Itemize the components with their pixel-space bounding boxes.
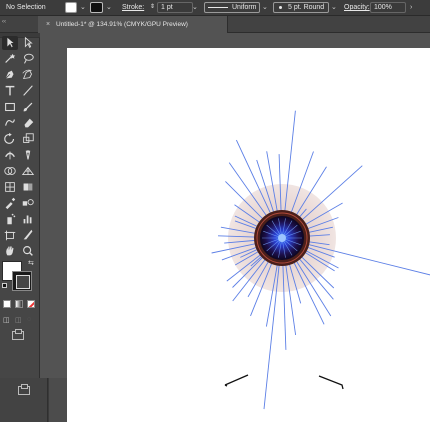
draw-behind-icon[interactable]: ◫ [15, 316, 22, 324]
eyedropper-tool-icon[interactable] [2, 196, 18, 210]
partial-shape-right [318, 375, 344, 390]
shaper-tool-icon[interactable] [2, 116, 18, 130]
column-graph-tool-icon[interactable] [20, 212, 36, 226]
scale-tool-icon[interactable] [20, 132, 36, 146]
swap-colors-icon[interactable]: ⇆ [28, 259, 34, 267]
hand-tool-icon[interactable] [2, 244, 18, 258]
draw-normal-icon[interactable]: ◫ [3, 316, 10, 324]
gradient-mode-icon[interactable] [15, 300, 23, 308]
rectangle-tool-icon[interactable] [2, 100, 18, 114]
symbol-sprayer-tool-icon[interactable] [2, 212, 18, 226]
partial-shape-left [224, 374, 249, 386]
line-segment-tool-icon[interactable] [20, 84, 36, 98]
stroke-stepper-icon[interactable]: ⇕ [150, 0, 155, 15]
pupil-highlight [278, 234, 286, 242]
uniform-line-preview [208, 7, 228, 8]
slice-tool-icon[interactable] [20, 228, 36, 242]
opacity-arrow-icon[interactable]: › [410, 0, 412, 15]
stroke-color-swatch[interactable] [90, 2, 103, 13]
screen-mode-icon[interactable] [12, 329, 24, 340]
type-tool-icon[interactable] [2, 84, 18, 98]
artboards-panel-icon[interactable] [18, 384, 30, 395]
document-tab[interactable]: × Untitled-1* @ 134.91% (CMYK/GPU Previe… [38, 16, 228, 33]
stroke-weight-value: 1 pt [161, 4, 173, 11]
gradient-tool-icon[interactable] [20, 180, 36, 194]
tools-panel: ⇆ ◫ ◫ ◌ [0, 33, 40, 378]
brush-dot-icon [279, 6, 282, 9]
lasso-tool-icon[interactable] [20, 52, 36, 66]
shape-builder-tool-icon[interactable] [2, 164, 18, 178]
pen-tool-icon[interactable] [2, 68, 18, 82]
draw-inside-icon[interactable]: ◌ [27, 316, 31, 323]
stroke-label[interactable]: Stroke: [122, 0, 144, 15]
mesh-tool-icon[interactable] [2, 180, 18, 194]
artboard[interactable] [67, 48, 430, 422]
opacity-label[interactable]: Opacity: [344, 0, 370, 15]
eraser-tool-icon[interactable] [20, 116, 36, 130]
panel-collapse-icon[interactable]: ‹‹ [2, 19, 6, 25]
stroke-weight-chevron-icon[interactable]: ⌄ [192, 0, 198, 15]
illustrator-window: No Selection ⌄ ⌄ Stroke: ⇕ 1 pt ⌄ Unifor… [0, 0, 430, 422]
color-mode-icon[interactable] [3, 300, 11, 308]
selection-tool-icon[interactable] [2, 36, 18, 50]
fill-dropdown-chevron-icon[interactable]: ⌄ [80, 0, 86, 15]
close-tab-icon[interactable]: × [46, 16, 50, 33]
profile-label: Uniform [232, 4, 257, 11]
default-colors-icon[interactable] [2, 283, 7, 288]
perspective-grid-tool-icon[interactable] [20, 164, 36, 178]
document-tab-title: Untitled-1* @ 134.91% (CMYK/GPU Preview) [56, 21, 188, 28]
direct-selection-tool-icon[interactable] [20, 36, 36, 50]
magic-wand-tool-icon[interactable] [2, 52, 18, 66]
fill-color-swatch[interactable] [65, 2, 77, 13]
rotate-tool-icon[interactable] [2, 132, 18, 146]
profile-chevron-icon[interactable]: ⌄ [262, 0, 268, 15]
artwork-canvas [211, 110, 430, 410]
control-bar: No Selection ⌄ ⌄ Stroke: ⇕ 1 pt ⌄ Unifor… [0, 0, 430, 16]
brush-label: 5 pt. Round [288, 4, 325, 11]
curvature-tool-icon[interactable] [20, 68, 36, 82]
blend-tool-icon[interactable] [20, 196, 36, 210]
selection-status: No Selection [6, 4, 46, 11]
none-mode-icon[interactable] [27, 300, 35, 308]
zoom-tool-icon[interactable] [20, 244, 36, 258]
artboard-tool-icon[interactable] [2, 228, 18, 242]
width-tool-icon[interactable] [2, 148, 18, 162]
opacity-value: 100% [374, 4, 392, 11]
stroke-color-box[interactable] [12, 271, 32, 291]
brush-chevron-icon[interactable]: ⌄ [331, 0, 337, 15]
collapsed-panel-column [0, 378, 48, 422]
partial-shape-left-tip [224, 384, 228, 387]
puppet-warp-tool-icon[interactable] [20, 148, 36, 162]
document-tab-bar: ‹‹ × Untitled-1* @ 134.91% (CMYK/GPU Pre… [0, 16, 430, 33]
stroke-dropdown-chevron-icon[interactable]: ⌄ [106, 0, 112, 15]
paintbrush-tool-icon[interactable] [20, 100, 36, 114]
